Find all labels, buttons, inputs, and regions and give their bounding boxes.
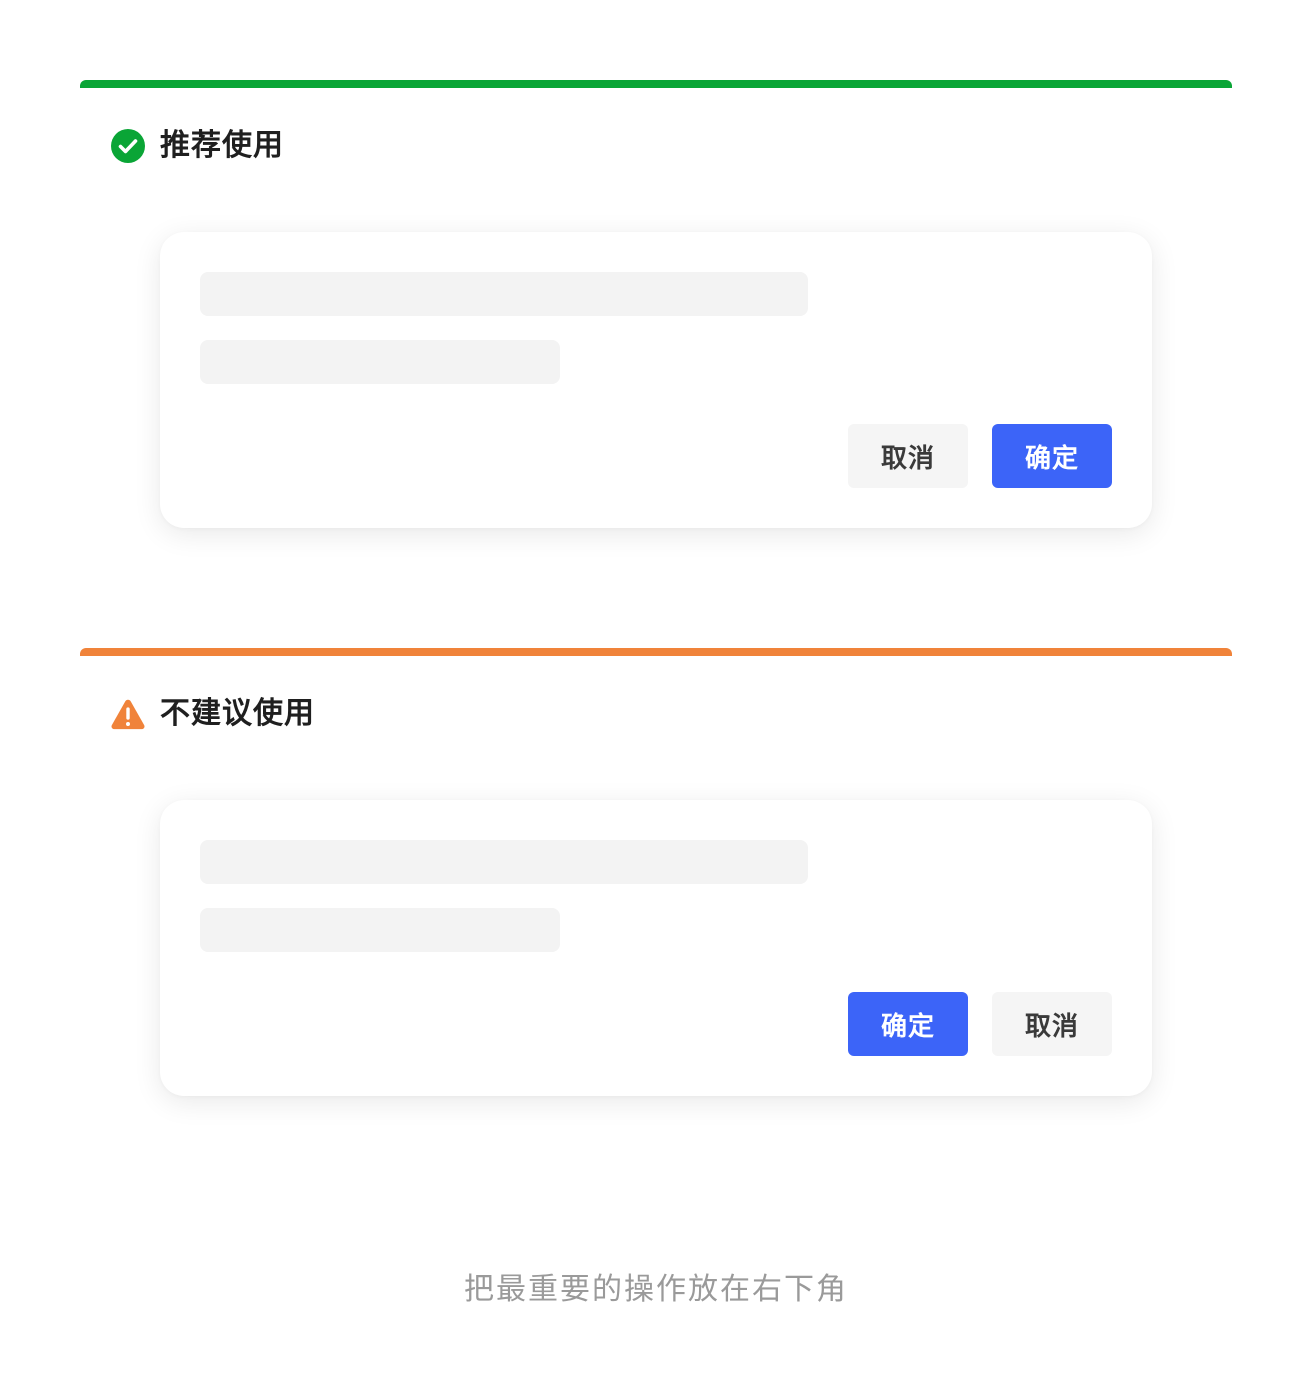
warning-triangle-icon [110, 696, 146, 732]
not-recommended-title: 不建议使用 [160, 696, 315, 731]
not-recommended-section: 不建议使用 确定 取消 [80, 648, 1232, 1096]
recommended-title: 推荐使用 [160, 128, 284, 163]
not-recommended-top-bar [80, 648, 1232, 656]
skeleton-line [200, 340, 560, 384]
dialog-card-recommended: 取消 确定 [160, 232, 1152, 528]
cancel-button[interactable]: 取消 [992, 992, 1112, 1056]
dialog-card-not-recommended: 确定 取消 [160, 800, 1152, 1096]
cancel-button[interactable]: 取消 [848, 424, 968, 488]
confirm-button[interactable]: 确定 [848, 992, 968, 1056]
recommended-heading: 推荐使用 [110, 126, 284, 166]
not-recommended-heading: 不建议使用 [110, 694, 315, 734]
recommended-section: 推荐使用 取消 确定 [80, 80, 1232, 528]
check-circle-icon [110, 128, 146, 164]
skeleton-line [200, 840, 808, 884]
confirm-button[interactable]: 确定 [992, 424, 1112, 488]
skeleton-line [200, 272, 808, 316]
skeleton-line [200, 908, 560, 952]
caption: 把最重要的操作放在右下角 [464, 1272, 848, 1307]
recommended-top-bar [80, 80, 1232, 88]
